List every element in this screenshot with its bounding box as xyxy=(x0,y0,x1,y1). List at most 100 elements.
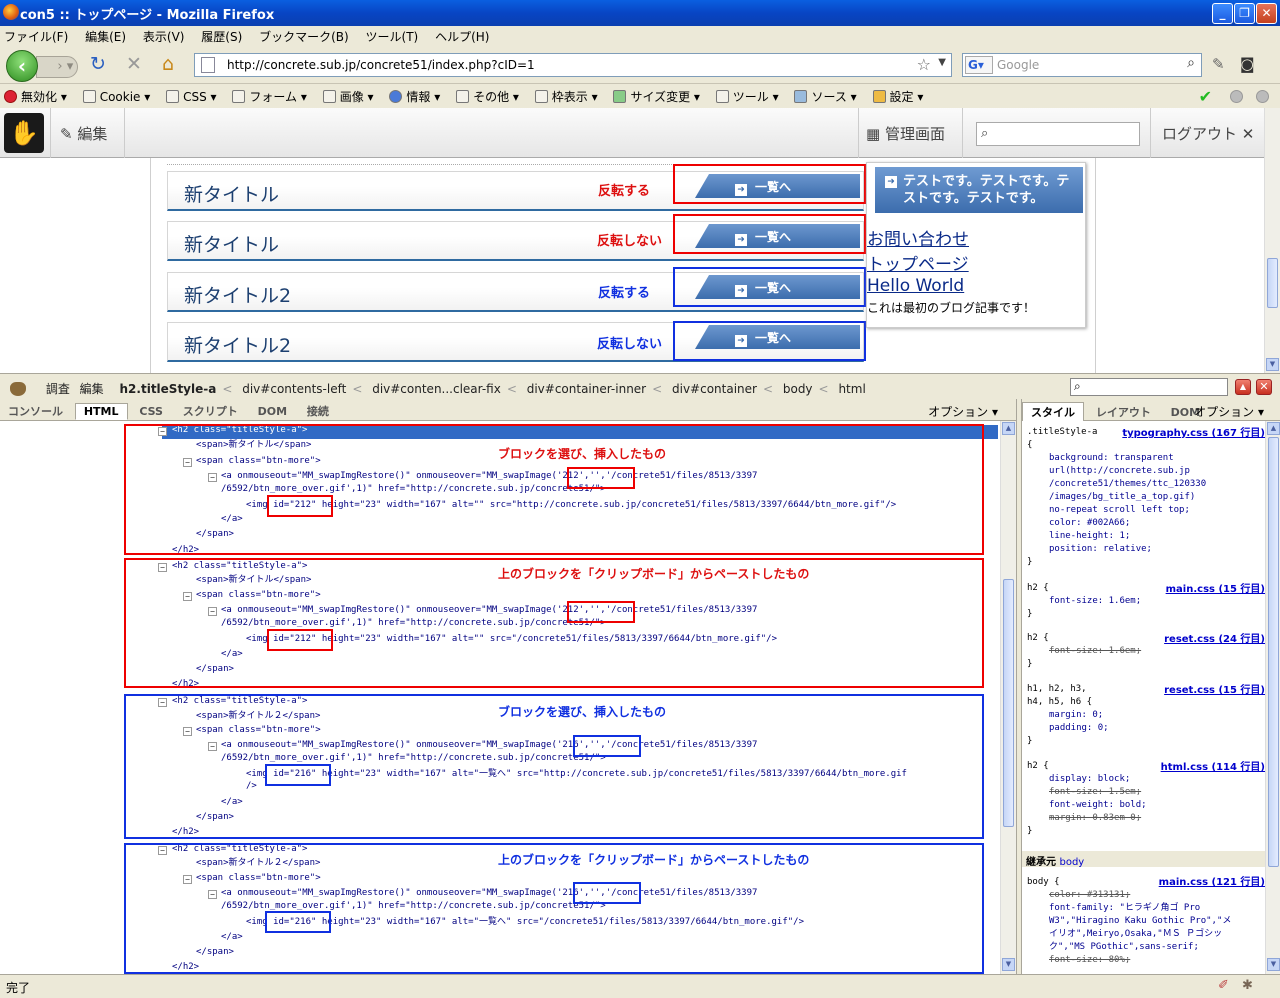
scroll-down-icon[interactable]: ▼ xyxy=(1002,958,1015,971)
camera-icon[interactable]: ◙ xyxy=(1240,54,1255,74)
tab-css[interactable]: CSS xyxy=(131,404,171,419)
url-dropdown-icon[interactable]: ▼ xyxy=(938,57,946,68)
link-hello-world[interactable]: Hello World xyxy=(867,276,964,296)
css-source-link[interactable]: reset.css (24 行目) xyxy=(1164,630,1265,645)
css-selector[interactable]: body { xyxy=(1027,876,1060,889)
firebug-status-icon[interactable]: ✱ xyxy=(1242,978,1253,993)
breadcrumb-contents[interactable]: div#conten...clear-fix xyxy=(372,382,501,396)
css-property[interactable]: font-size: 1.6em; xyxy=(1049,595,1141,608)
highlighter-icon[interactable]: ✎ xyxy=(1212,54,1225,74)
link-top-page[interactable]: トップページ xyxy=(867,250,969,275)
back-button[interactable]: ‹ xyxy=(6,50,38,82)
dev-source[interactable]: ソース ▾ xyxy=(794,90,857,104)
tab-layout[interactable]: レイアウト xyxy=(1088,403,1159,421)
edit-button[interactable]: ✎ 編集 xyxy=(60,123,107,144)
tab-style[interactable]: スタイル xyxy=(1022,402,1084,422)
css-property[interactable]: position: relative; xyxy=(1049,543,1152,556)
menu-history[interactable]: 履歴(S) xyxy=(201,30,242,44)
css-source-link[interactable]: typography.css (167 行目) xyxy=(1122,424,1265,439)
close-window-button[interactable]: ✕ xyxy=(1256,3,1277,24)
css-selector[interactable]: h2 { xyxy=(1027,632,1049,645)
css-property[interactable]: /images/bg_title_a_top.gif) xyxy=(1049,491,1195,504)
menu-tools[interactable]: ツール(T) xyxy=(366,30,419,44)
dashboard-button[interactable]: ▦ 管理画面 xyxy=(866,123,945,144)
style-scroll-thumb[interactable] xyxy=(1268,437,1279,867)
options-menu[interactable]: オプション ▾ xyxy=(920,402,1006,421)
css-property[interactable]: /concrete51/themes/ttc_120330 xyxy=(1049,478,1206,491)
forward-button[interactable]: › ▾ xyxy=(36,56,78,78)
dev-disable[interactable]: 無効化 ▾ xyxy=(4,90,67,104)
tab-net[interactable]: 接続 xyxy=(299,402,337,420)
page-scroll-thumb[interactable] xyxy=(1267,258,1278,308)
tab-dom[interactable]: DOM xyxy=(250,404,295,419)
search-engine-icon[interactable]: G▾ xyxy=(965,56,993,74)
css-property[interactable]: ク","MS PGothic",sans-serif; xyxy=(1049,941,1199,954)
css-source-link[interactable]: main.css (121 行目) xyxy=(1159,873,1265,888)
menu-edit[interactable]: 編集(E) xyxy=(85,30,126,44)
css-property[interactable]: padding: 0; xyxy=(1049,722,1109,735)
dev-misc[interactable]: その他 ▾ xyxy=(456,90,519,104)
search-box[interactable]: G▾ Google ⌕ xyxy=(962,53,1202,77)
css-property-overridden[interactable]: font-size: 80%; xyxy=(1049,954,1130,967)
cms-search-input[interactable]: ⌕ xyxy=(976,122,1140,146)
css-property[interactable]: line-height: 1; xyxy=(1049,530,1130,543)
dev-resize[interactable]: サイズ変更 ▾ xyxy=(613,90,700,104)
breadcrumb-html[interactable]: html xyxy=(838,382,865,396)
scroll-down-icon[interactable]: ▼ xyxy=(1267,958,1280,971)
css-property[interactable]: font-family: "ヒラギノ角ゴ Pro xyxy=(1049,902,1200,915)
css-property[interactable]: display: block; xyxy=(1049,773,1130,786)
scroll-down-icon[interactable]: ▼ xyxy=(1266,358,1279,371)
css-property[interactable]: url(http://concrete.sub.jp xyxy=(1049,465,1190,478)
url-field[interactable]: http://concrete.sub.jp/concrete51/index.… xyxy=(194,53,952,77)
css-property-overridden[interactable]: font-size: 1.6em; xyxy=(1049,645,1141,658)
breadcrumb-container-inner[interactable]: div#container-inner xyxy=(527,382,646,396)
css-property-overridden[interactable]: margin: 0.83em 0; xyxy=(1049,812,1141,825)
css-source-link[interactable]: html.css (114 行目) xyxy=(1161,758,1265,773)
menu-help[interactable]: ヘルプ(H) xyxy=(435,30,489,44)
tab-html[interactable]: HTML xyxy=(74,403,128,420)
css-source-link[interactable]: reset.css (15 行目) xyxy=(1164,681,1265,696)
tab-script[interactable]: スクリプト xyxy=(175,402,246,420)
minimize-button[interactable]: _ xyxy=(1212,3,1233,24)
css-property-overridden[interactable]: color: #313131; xyxy=(1049,889,1130,902)
menu-bookmarks[interactable]: ブックマーク(B) xyxy=(259,30,349,44)
dev-css[interactable]: CSS ▾ xyxy=(166,90,217,104)
breadcrumb-contents-left[interactable]: div#contents-left xyxy=(242,382,346,396)
css-property[interactable]: color: #002A66; xyxy=(1049,517,1130,530)
css-selector[interactable]: h4, h5, h6 { xyxy=(1027,696,1092,709)
css-selector[interactable]: h1, h2, h3, xyxy=(1027,683,1087,696)
css-property[interactable]: W3","Hiragino Kaku Gothic Pro","メ xyxy=(1049,915,1231,928)
side-options-menu[interactable]: オプション ▾ xyxy=(1186,402,1272,421)
stop-icon[interactable]: ✕ xyxy=(126,54,142,74)
page-scrollbar[interactable]: ▼ xyxy=(1264,108,1280,373)
tab-console[interactable]: コンソール xyxy=(0,402,71,420)
css-property[interactable]: イリオ",Meiryo,Osaka,"ＭＳ Ｐゴシッ xyxy=(1049,928,1222,941)
css-selector[interactable]: h2 { xyxy=(1027,760,1049,773)
menu-view[interactable]: 表示(V) xyxy=(143,30,185,44)
css-property[interactable]: background: transparent xyxy=(1049,452,1174,465)
breadcrumb-container[interactable]: div#container xyxy=(672,382,757,396)
css-selector[interactable]: .titleStyle-a xyxy=(1027,426,1097,439)
html-panel-scrollbar[interactable]: ▲ ▼ xyxy=(1000,421,1016,974)
html-scroll-thumb[interactable] xyxy=(1003,579,1014,827)
home-icon[interactable]: ⌂ xyxy=(162,54,174,74)
css-property[interactable]: margin: 0; xyxy=(1049,709,1103,722)
inspect-button[interactable]: 調査 xyxy=(46,382,70,396)
dev-info[interactable]: 情報 ▾ xyxy=(389,90,440,104)
sidebar-heading[interactable]: ➜ テストです。テストです。テストです。テストです。 xyxy=(875,167,1083,213)
firebug-search-input[interactable]: ⌕ xyxy=(1070,378,1228,396)
scroll-up-icon[interactable]: ▲ xyxy=(1002,422,1015,435)
dev-cookie[interactable]: Cookie ▾ xyxy=(82,90,150,104)
validation-check-icon[interactable]: ✔ xyxy=(1199,87,1212,106)
breadcrumb-body[interactable]: body xyxy=(783,382,813,396)
concrete5-logo[interactable]: ✋ xyxy=(4,113,44,153)
maximize-button[interactable]: ❐ xyxy=(1234,3,1255,24)
breadcrumb-h2[interactable]: h2.titleStyle-a xyxy=(120,382,217,396)
dev-images[interactable]: 画像 ▾ xyxy=(322,90,374,104)
minimize-firebug-icon[interactable]: ▲ xyxy=(1235,379,1251,395)
scroll-up-icon[interactable]: ▲ xyxy=(1267,422,1280,435)
firebug-icon[interactable] xyxy=(10,382,26,396)
link-contact[interactable]: お問い合わせ xyxy=(867,225,969,250)
style-panel-scrollbar[interactable]: ▲ ▼ xyxy=(1265,421,1280,974)
bookmark-star-icon[interactable]: ☆ xyxy=(917,55,931,74)
